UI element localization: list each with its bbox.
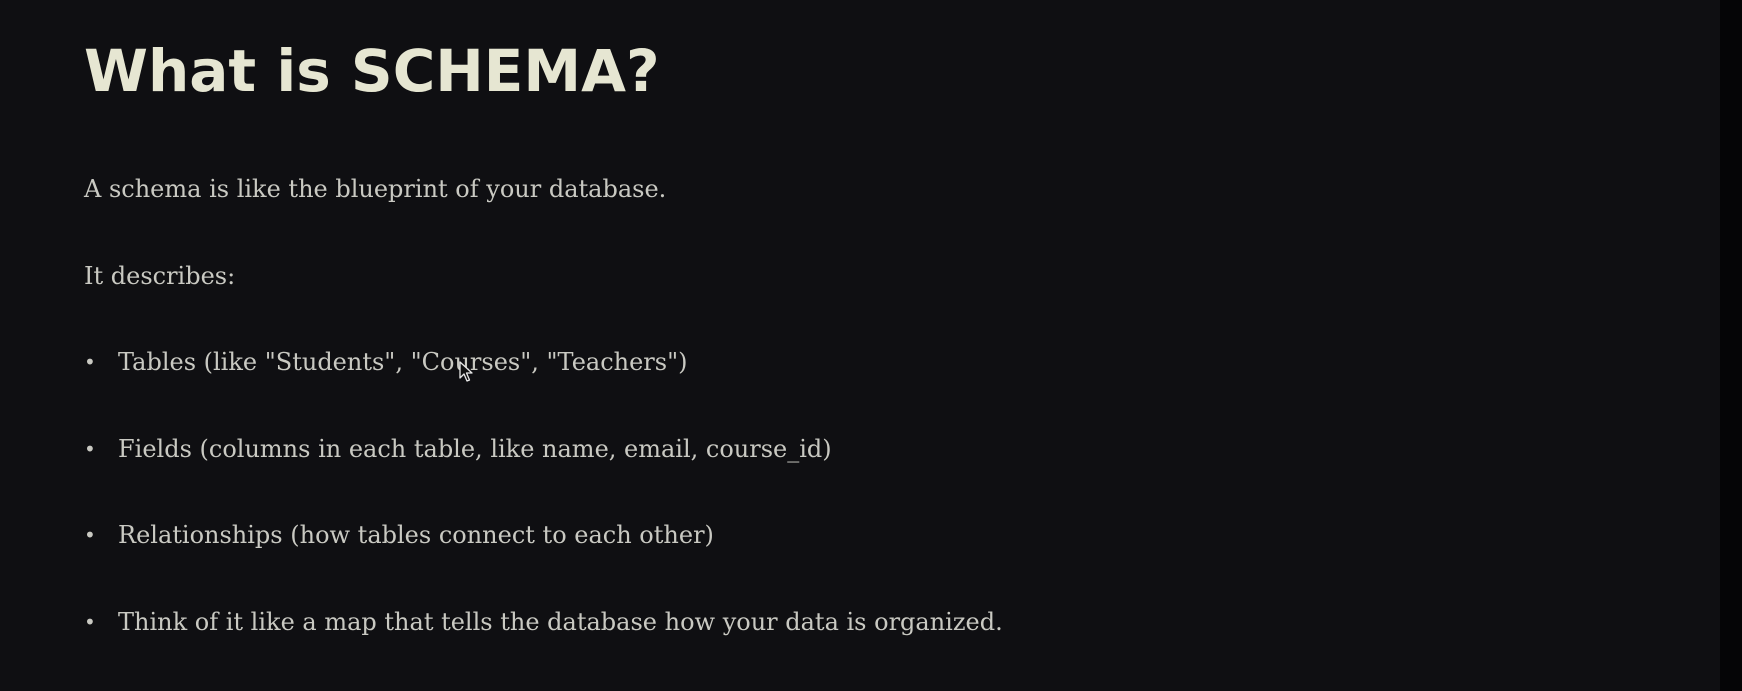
- bullet-icon: •: [84, 609, 96, 634]
- bullet-text-map: Think of it like a map that tells the da…: [118, 607, 1003, 636]
- describes-label: It describes:: [84, 262, 236, 290]
- slide-title: What is SCHEMA?: [84, 37, 660, 105]
- bullet-text-relationships: Relationships (how tables connect to eac…: [118, 521, 714, 549]
- right-edge-bar: [1720, 0, 1742, 691]
- bullet-icon: •: [84, 436, 96, 461]
- bullet-text-tables: Tables (like "Students", "Courses", "Tea…: [118, 348, 688, 376]
- slide: What is SCHEMA? A schema is like the blu…: [0, 0, 1742, 691]
- bullet-icon: •: [84, 350, 96, 374]
- intro-paragraph: A schema is like the blueprint of your d…: [84, 175, 667, 203]
- bullet-text-fields: Fields (columns in each table, like name…: [118, 434, 832, 463]
- bullet-icon: •: [84, 523, 96, 547]
- mouse-pointer-icon: [459, 361, 473, 382]
